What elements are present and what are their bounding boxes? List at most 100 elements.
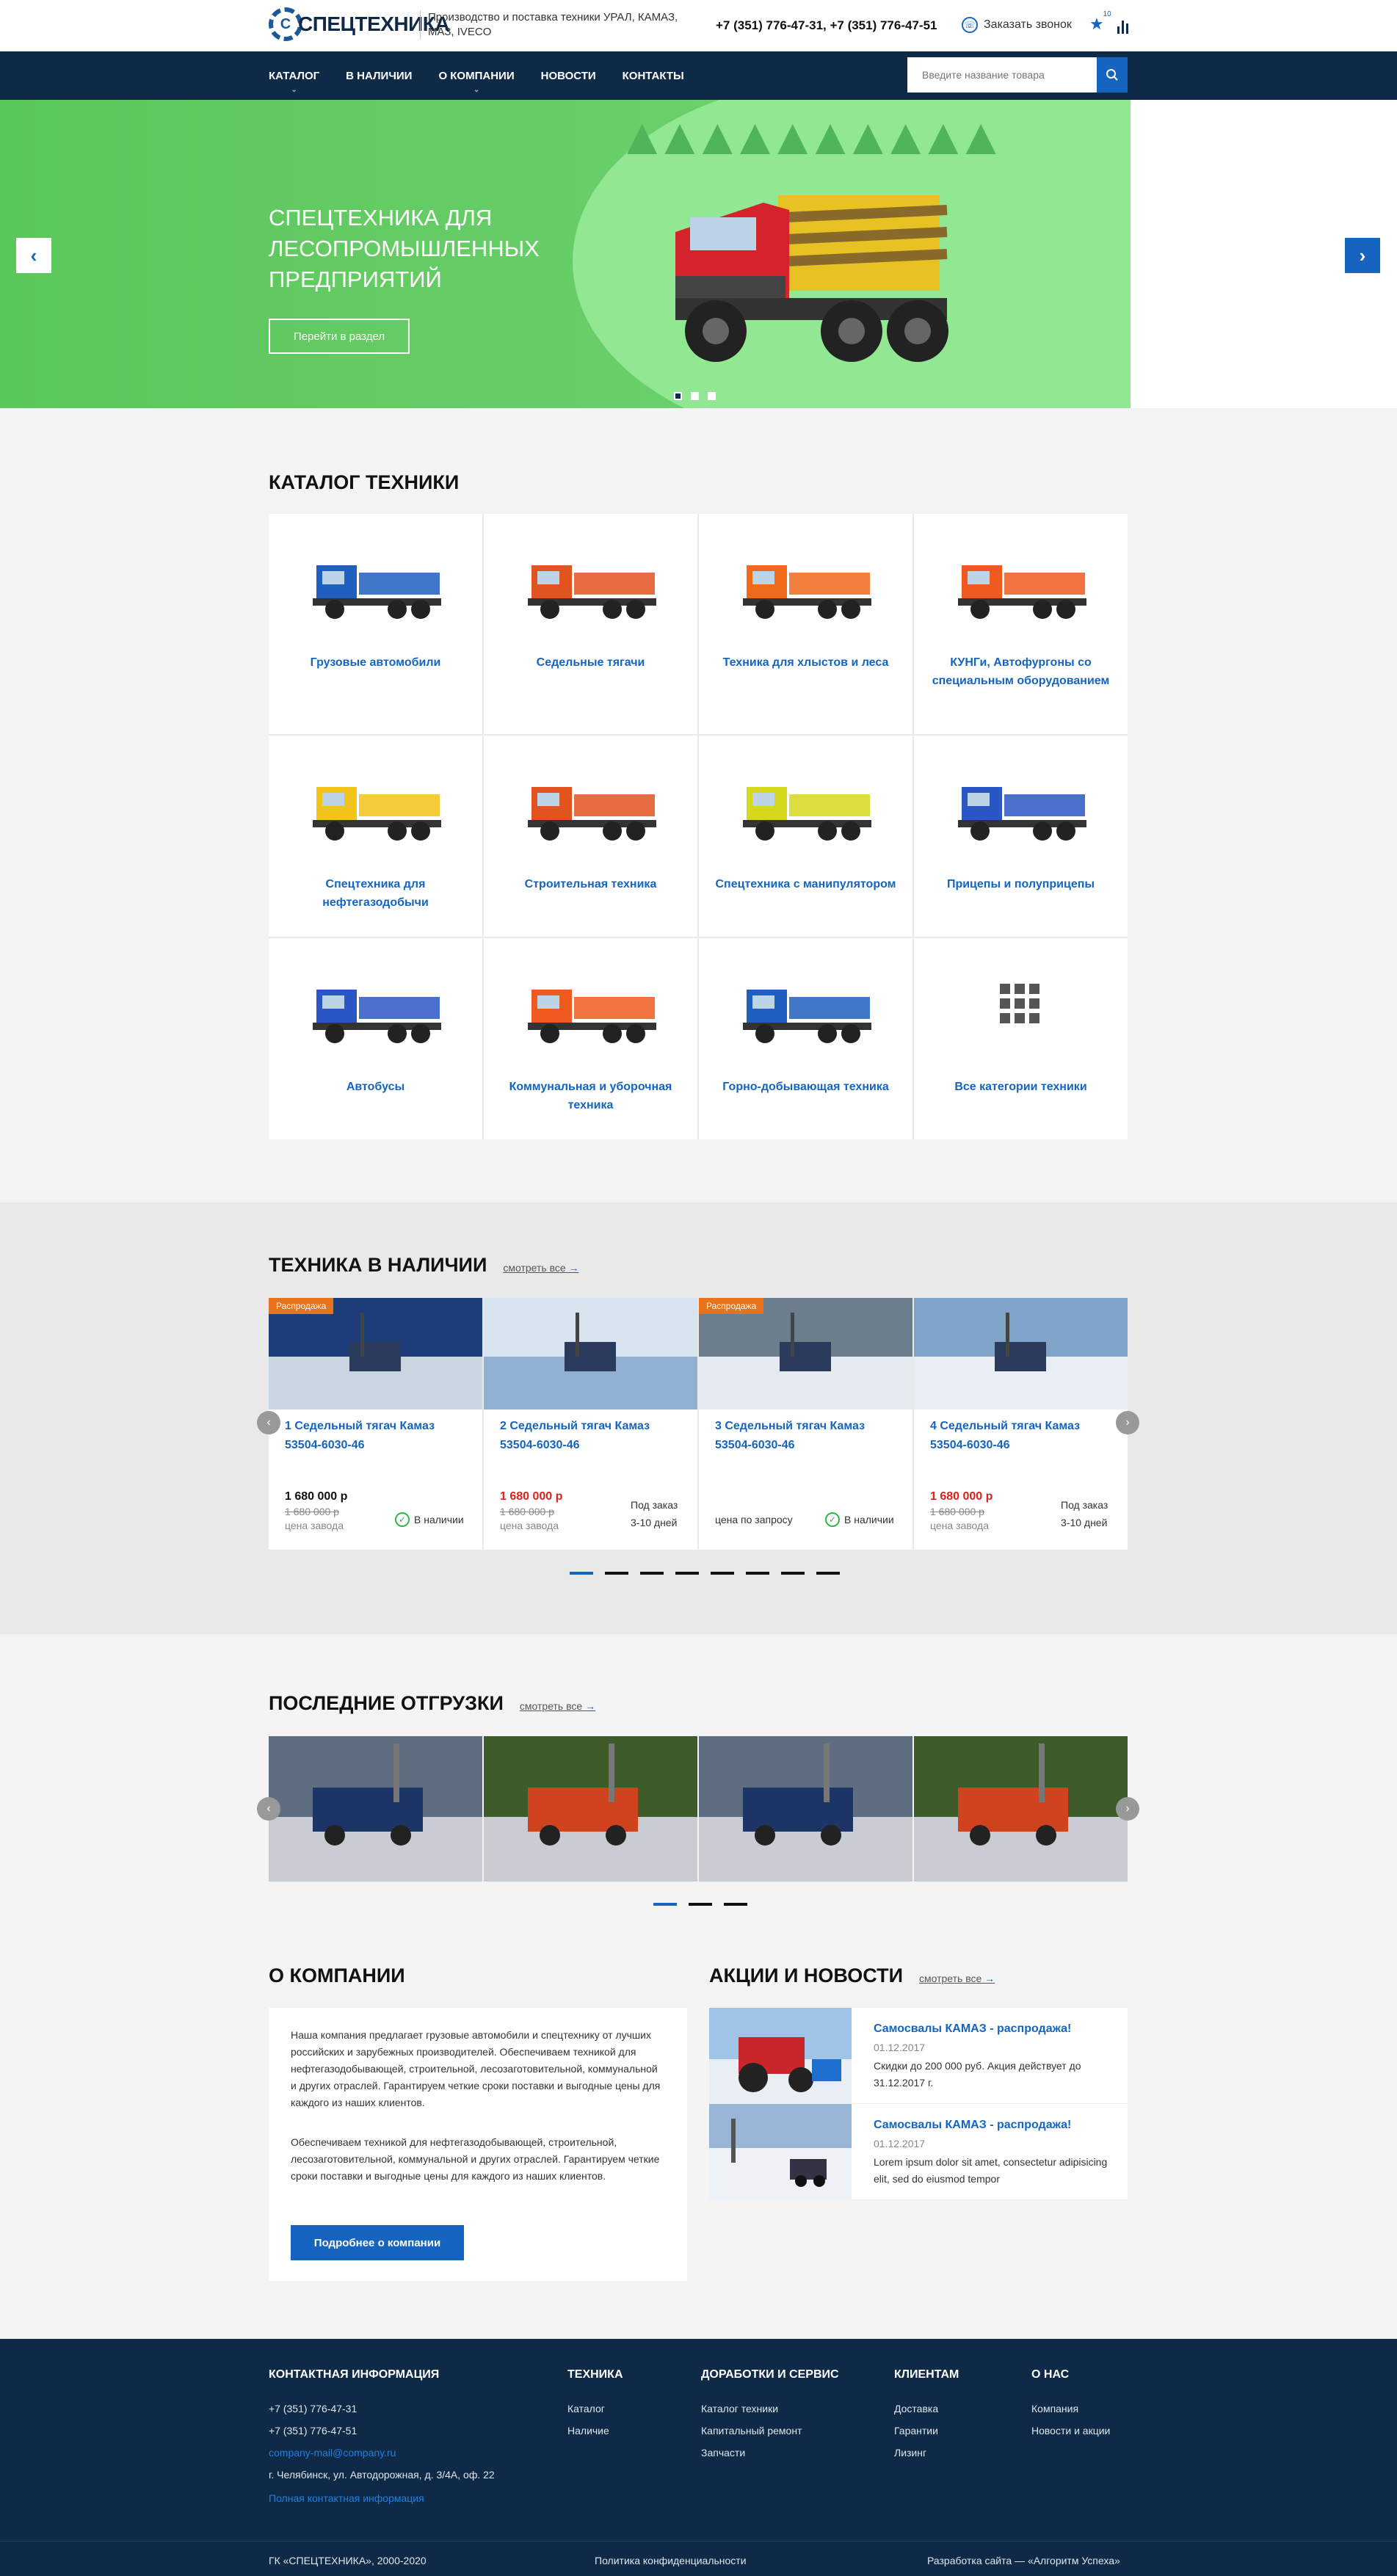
footer-contacts: КОНТАКТНАЯ ИНФОРМАЦИЯ +7 (351) 776-47-31… [269, 2368, 495, 2509]
catalog-item[interactable]: Седельные тягачи [484, 514, 697, 734]
pagination-dash[interactable] [570, 1572, 593, 1575]
news-item[interactable]: Самосвалы КАМАЗ - распродажа! 01.12.2017… [709, 2008, 1128, 2104]
catalog-item[interactable]: Автобусы [269, 938, 482, 1139]
chevron-down-icon: ⌄ [473, 85, 480, 94]
shipment-photo[interactable] [269, 1736, 482, 1882]
about-text-2: Обеспечиваем техникой для нефтегазодобыв… [291, 2136, 660, 2182]
product-card[interactable]: Распродажа 3 Седельный тягач Камаз 53504-… [699, 1298, 912, 1550]
news-item[interactable]: Самосвалы КАМАЗ - распродажа! 01.12.2017… [709, 2104, 1128, 2200]
nav-item-catalog[interactable]: КАТАЛОГ ⌄ [269, 70, 319, 94]
pagination-dash[interactable] [675, 1572, 699, 1575]
catalog-item-label: Грузовые автомобили [310, 656, 441, 669]
catalog-item[interactable]: Грузовые автомобили [269, 514, 482, 734]
news-item-date: 01.12.2017 [874, 2042, 926, 2053]
hero-dot[interactable] [691, 392, 699, 400]
shipment-photo[interactable] [699, 1736, 912, 1882]
favorites-star-icon[interactable]: ★ 10 [1089, 10, 1111, 34]
pagination-dash[interactable] [711, 1572, 734, 1575]
news-item-title[interactable]: Самосвалы КАМАЗ - распродажа! [874, 2119, 1071, 2132]
catalog-item[interactable]: Горно-добывающая техника [699, 938, 912, 1139]
footer-link[interactable]: Лизинг [894, 2442, 959, 2464]
product-name[interactable]: 1 Седельный тягач Камаз 53504-6030-46 [285, 1417, 468, 1455]
hero-dot[interactable] [674, 392, 682, 400]
stock-prev-arrow-icon[interactable]: ‹ [257, 1411, 280, 1434]
hero-title: СПЕЦТЕХНИКА ДЛЯ ЛЕСОПРОМЫШЛЕННЫХ ПРЕДПРИ… [269, 205, 540, 292]
nav-item-news[interactable]: НОВОСТИ [541, 70, 596, 82]
catalog-item-image [958, 565, 1086, 619]
catalog-title: КАТАЛОГ ТЕХНИКИ [269, 471, 460, 493]
nav-item-contacts[interactable]: КОНТАКТЫ [623, 70, 684, 82]
shipments-prev-arrow-icon[interactable]: ‹ [257, 1797, 280, 1821]
footer-full-contacts-link[interactable]: Полная контактная информация [269, 2487, 495, 2509]
hero-next-arrow-icon[interactable]: › [1345, 238, 1380, 273]
product-name[interactable]: 4 Седельный тягач Камаз 53504-6030-46 [930, 1417, 1114, 1455]
footer-link[interactable]: Новости и акции [1031, 2420, 1110, 2442]
footer-developer-link[interactable]: Разработка сайта — «Алгоритм Успеха» [927, 2555, 1120, 2566]
sale-badge: Распродажа [699, 1298, 764, 1314]
pagination-dash[interactable] [816, 1572, 840, 1575]
hero-dot[interactable] [708, 392, 716, 400]
shipments-pagination [653, 1903, 747, 1906]
product-name[interactable]: 2 Седельный тягач Камаз 53504-6030-46 [500, 1417, 683, 1455]
catalog-item[interactable]: Прицепы и полуприцепы [914, 736, 1128, 937]
arrow-right-icon: → [585, 1700, 596, 1712]
footer-link[interactable]: Запчасти [701, 2442, 839, 2464]
shipment-photo[interactable] [914, 1736, 1128, 1882]
news-item-title[interactable]: Самосвалы КАМАЗ - распродажа! [874, 2022, 1071, 2036]
footer-link[interactable]: Каталог техники [701, 2398, 839, 2420]
pagination-dash[interactable] [605, 1572, 628, 1575]
hero-truck-image [675, 195, 948, 362]
news-view-all-link[interactable]: смотреть все → [919, 1973, 995, 1984]
product-card[interactable]: Распродажа 1 Седельный тягач Камаз 53504-… [269, 1298, 482, 1550]
footer-link[interactable]: Капитальный ремонт [701, 2420, 839, 2442]
pagination-dash[interactable] [689, 1903, 712, 1906]
footer-privacy-link[interactable]: Политика конфиденциальности [595, 2555, 747, 2566]
shipments-view-all-link[interactable]: смотреть все → [520, 1700, 595, 1712]
footer-phone[interactable]: +7 (351) 776-47-51 [269, 2420, 495, 2442]
catalog-item[interactable]: Коммунальная и уборочная техника [484, 938, 697, 1139]
callback-button[interactable]: ☏ Заказать звонок [962, 17, 1072, 33]
search-button[interactable] [1097, 57, 1128, 92]
product-card[interactable]: 4 Седельный тягач Камаз 53504-6030-46 1 6… [914, 1298, 1128, 1550]
search-input[interactable] [907, 57, 1097, 92]
footer-link[interactable]: Наличие [567, 2420, 623, 2442]
pagination-dash[interactable] [653, 1903, 677, 1906]
shipment-photo[interactable] [484, 1736, 697, 1882]
footer-link[interactable]: Компания [1031, 2398, 1110, 2420]
header-icons: ★ 10 [1089, 10, 1128, 34]
nav-item-in-stock[interactable]: В НАЛИЧИИ [346, 70, 412, 82]
pagination-dash[interactable] [640, 1572, 664, 1575]
footer-phone[interactable]: +7 (351) 776-47-31 [269, 2398, 495, 2420]
catalog-item[interactable]: Строительная техника [484, 736, 697, 937]
product-card[interactable]: 2 Седельный тягач Камаз 53504-6030-46 1 6… [484, 1298, 697, 1550]
stock-view-all-link[interactable]: смотреть все → [503, 1262, 578, 1274]
catalog-item-label: КУНГи, Автофургоны со специальным оборуд… [932, 656, 1110, 687]
arrow-right-icon: → [984, 1973, 995, 1984]
stock-list: Распродажа 1 Седельный тягач Камаз 53504-… [269, 1298, 1128, 1550]
hero-button[interactable]: Перейти в раздел [269, 319, 410, 354]
catalog-item[interactable]: Спецтехника для нефтегазодобычи [269, 736, 482, 937]
compare-bars-icon[interactable] [1117, 18, 1128, 34]
catalog-item[interactable]: Спецтехника с манипулятором [699, 736, 912, 937]
pagination-dash[interactable] [724, 1903, 747, 1906]
header-phones[interactable]: +7 (351) 776-47-31, +7 (351) 776-47-51 [716, 18, 937, 33]
pagination-dash[interactable] [746, 1572, 769, 1575]
stock-next-arrow-icon[interactable]: › [1116, 1411, 1139, 1434]
about-more-button[interactable]: Подробнее о компании [291, 2225, 464, 2260]
catalog-item-image [528, 787, 656, 841]
catalog-item-label: Седельные тягачи [536, 656, 645, 669]
product-name[interactable]: 3 Седельный тягач Камаз 53504-6030-46 [715, 1417, 899, 1455]
catalog-item[interactable]: КУНГи, Автофургоны со специальным оборуд… [914, 514, 1128, 734]
footer-link[interactable]: Каталог [567, 2398, 623, 2420]
product-photo: Распродажа [699, 1298, 912, 1409]
catalog-item[interactable]: Техника для хлыстов и леса [699, 514, 912, 734]
catalog-item[interactable]: Все категории техники [914, 938, 1128, 1139]
hero-prev-arrow-icon[interactable]: ‹ [16, 238, 51, 273]
footer-email[interactable]: company-mail@company.ru [269, 2442, 495, 2464]
pagination-dash[interactable] [781, 1572, 805, 1575]
footer-link[interactable]: Доставка [894, 2398, 959, 2420]
footer-clients-title: КЛИЕНТАМ [894, 2368, 959, 2381]
shipments-next-arrow-icon[interactable]: › [1116, 1797, 1139, 1821]
footer-link[interactable]: Гарантии [894, 2420, 959, 2442]
nav-item-about[interactable]: О КОМПАНИИ ⌄ [438, 70, 514, 94]
